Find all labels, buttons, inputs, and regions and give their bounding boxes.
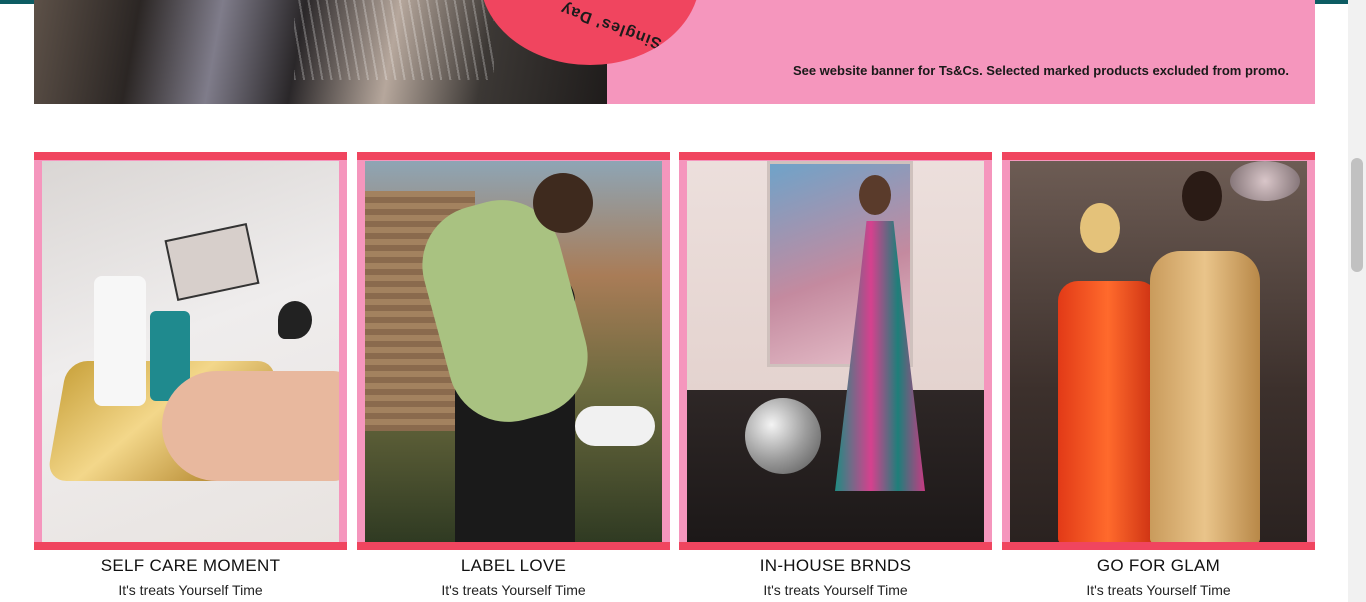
category-card-in-house-brands[interactable]: [679, 152, 992, 550]
card-title[interactable]: GO FOR GLAM: [1002, 556, 1315, 576]
promo-banner[interactable]: Singles' Day See website banner for Ts&C…: [34, 0, 1315, 104]
label-love-image[interactable]: [365, 161, 662, 543]
card-title[interactable]: IN-HOUSE BRNDS: [679, 556, 992, 576]
terms-text: See website banner for Ts&Cs. Selected m…: [792, 63, 1289, 78]
category-card-self-care[interactable]: [34, 152, 347, 550]
card-title[interactable]: LABEL LOVE: [357, 556, 670, 576]
in-house-brands-image[interactable]: [687, 161, 984, 543]
category-card-label-love[interactable]: [357, 152, 670, 550]
self-care-image[interactable]: [42, 161, 339, 543]
card-subtitle: It's treats Yourself Time: [763, 582, 908, 598]
card-subtitle: It's treats Yourself Time: [118, 582, 263, 598]
card-title[interactable]: SELF CARE MOMENT: [34, 556, 347, 576]
category-card-go-for-glam[interactable]: [1002, 152, 1315, 550]
page-scrollbar[interactable]: [1348, 0, 1366, 602]
card-subtitle: It's treats Yourself Time: [441, 582, 586, 598]
badge-text: Singles' Day: [558, 0, 665, 52]
card-subtitle: It's treats Yourself Time: [1086, 582, 1231, 598]
go-for-glam-image[interactable]: [1010, 161, 1307, 543]
scrollbar-thumb[interactable]: [1351, 158, 1363, 272]
